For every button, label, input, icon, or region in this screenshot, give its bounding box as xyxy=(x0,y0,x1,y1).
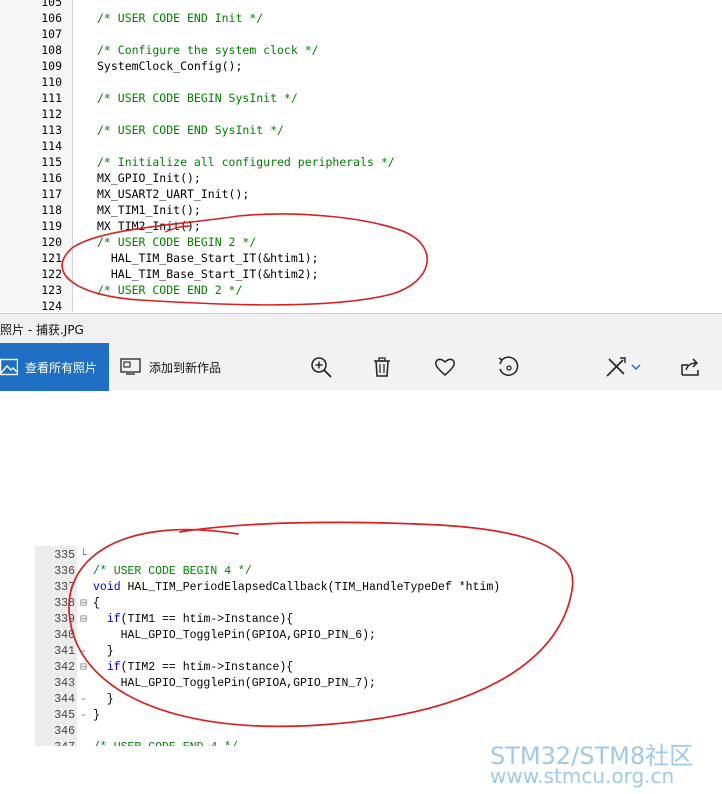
code-text: } xyxy=(93,645,114,658)
view-all-photos-button[interactable]: 查看所有照片 xyxy=(0,343,109,391)
code-text: /* USER CODE END 4 */ xyxy=(93,740,238,746)
add-to-new-creation-button[interactable]: 添加到新作品 xyxy=(120,343,260,391)
code-text: /* Initialize all configured peripherals… xyxy=(97,155,395,169)
fold-marker[interactable]: ⊟ xyxy=(80,596,87,612)
photo-gallery-icon xyxy=(0,358,18,376)
window-title: 照片 - 捕获.JPG xyxy=(0,323,84,337)
line-number: 112 xyxy=(41,107,62,121)
share-icon[interactable] xyxy=(678,355,702,379)
add-to-new-creation-label: 添加到新作品 xyxy=(149,361,222,375)
delete-icon[interactable] xyxy=(370,355,394,379)
fold-marker[interactable]: ⊟ xyxy=(80,660,87,676)
line-number: 122 xyxy=(41,267,62,281)
line-number: 337 xyxy=(54,581,75,594)
view-all-photos-label: 查看所有照片 xyxy=(25,361,98,375)
line-number: 118 xyxy=(41,203,62,217)
callback-code-panel: 335 └ 336 /* USER CODE BEGIN 4 */ 337 void HA… xyxy=(35,546,575,746)
line-number: 108 xyxy=(41,43,62,57)
code-text: HAL_GPIO_TogglePin(GPIOA,GPIO_PIN_6); xyxy=(93,629,376,642)
code-text: HAL_TIM_Base_Start_IT(&htim1); xyxy=(97,251,319,265)
line-number: 124 xyxy=(41,299,62,312)
line-number: 117 xyxy=(41,187,62,201)
line-number: 343 xyxy=(54,677,75,690)
photos-title-bar: 照片 - 捕获.JPG xyxy=(0,313,722,344)
line-number: 345 xyxy=(54,709,75,722)
line-number: 115 xyxy=(41,155,62,169)
code-text: SystemClock_Config(); xyxy=(97,59,243,73)
code-text: HAL_TIM_Base_Start_IT(&htim2); xyxy=(97,267,319,281)
rotate-icon[interactable] xyxy=(496,355,520,379)
code-text: MX_TIM1_Init(); xyxy=(97,203,201,217)
line-number: 107 xyxy=(41,27,62,41)
line-number: 339 xyxy=(54,613,75,626)
fold-marker: - xyxy=(80,693,87,706)
line-number: 335 xyxy=(54,549,75,562)
code-text: /* USER CODE BEGIN 4 */ xyxy=(93,565,252,578)
line-number: 342 xyxy=(54,661,75,674)
line-number: 340 xyxy=(54,629,75,642)
code-text: } xyxy=(93,709,100,722)
code-text: { xyxy=(93,597,100,610)
line-number: 346 xyxy=(54,725,75,738)
fold-marker: - xyxy=(80,645,87,658)
photos-toolbar: 查看所有照片 添加到新作品 xyxy=(0,343,722,391)
line-number: 347 xyxy=(35,740,75,746)
line-number: 114 xyxy=(41,139,62,153)
code-text: /* USER CODE BEGIN SysInit */ xyxy=(97,91,298,105)
code-text: MX_USART2_UART_Init(); xyxy=(97,187,250,201)
code-text: /* Configure the system clock */ xyxy=(97,43,319,57)
favorite-icon[interactable] xyxy=(433,355,457,379)
line-number: 338 xyxy=(54,597,75,610)
line-number: 109 xyxy=(41,59,62,73)
fold-marker[interactable]: ⊟ xyxy=(80,612,87,628)
line-number: 106 xyxy=(41,11,62,25)
fold-marker: - xyxy=(80,709,87,722)
code-text: if(TIM2 == htim->Instance){ xyxy=(106,661,294,674)
line-number: 336 xyxy=(54,565,75,578)
add-creation-icon xyxy=(120,358,141,375)
top-code-editor: 105 106 /* USER CODE END Init */ 107 108 /* C… xyxy=(0,0,722,312)
code-text: void HAL_TIM_PeriodElapsedCallback(TIM_H… xyxy=(93,581,501,594)
line-number: 341 xyxy=(54,645,75,658)
line-number: 123 xyxy=(41,283,62,297)
code-text: MX_GPIO_Init(); xyxy=(97,171,201,185)
line-number: 121 xyxy=(41,251,62,265)
code-text: /* USER CODE END SysInit */ xyxy=(97,123,284,137)
zoom-in-icon[interactable] xyxy=(309,355,333,379)
line-number: 111 xyxy=(41,91,62,105)
code-text: if(TIM1 == htim->Instance){ xyxy=(106,613,294,626)
line-number: 113 xyxy=(41,123,62,137)
chevron-down-icon[interactable] xyxy=(630,355,642,379)
code-text: /* USER CODE END Init */ xyxy=(97,11,264,25)
fold-marker: └ xyxy=(80,549,87,562)
line-number: 119 xyxy=(41,219,62,233)
watermark-url: www.stmcu.org.cn xyxy=(490,764,675,788)
edit-icon[interactable] xyxy=(604,355,628,379)
line-number: 344 xyxy=(54,693,75,706)
code-text: /* USER CODE BEGIN 2 */ xyxy=(97,235,257,249)
line-number: 105 xyxy=(41,0,62,9)
line-number: 116 xyxy=(41,171,62,185)
code-text: MX_TIM2_Init(); xyxy=(97,219,201,233)
code-text: HAL_GPIO_TogglePin(GPIOA,GPIO_PIN_7); xyxy=(93,677,376,690)
code-text: /* USER CODE END 2 */ xyxy=(97,283,243,297)
line-number: 120 xyxy=(41,235,62,249)
line-number: 110 xyxy=(41,75,62,89)
code-text: } xyxy=(93,693,114,706)
